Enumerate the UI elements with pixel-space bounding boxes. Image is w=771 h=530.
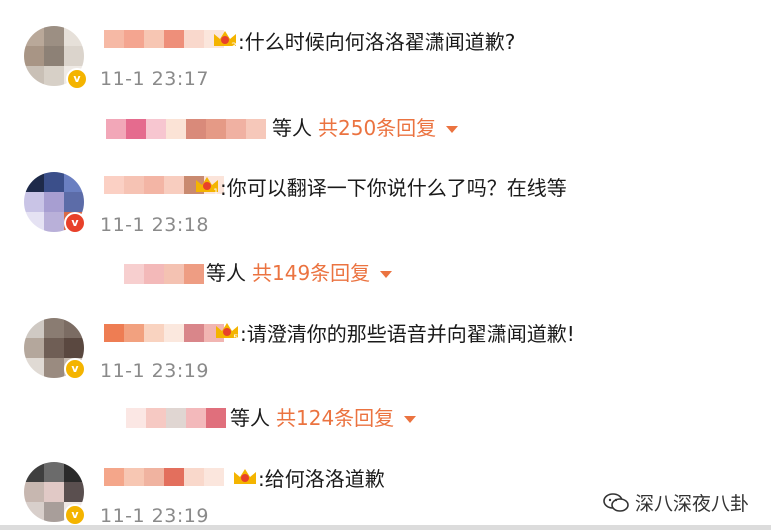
replier-names-blurred <box>106 119 266 139</box>
username-blurred[interactable] <box>104 324 224 342</box>
chevron-down-icon[interactable] <box>446 126 459 133</box>
username-blurred[interactable] <box>104 30 224 48</box>
level-number: 3 <box>231 42 237 50</box>
chevron-down-icon[interactable] <box>404 416 417 423</box>
reply-summary[interactable]: 等人 共250条回复 <box>272 115 459 141</box>
timestamp: 11-1 23:17 <box>100 68 209 90</box>
replier-names-blurred <box>126 408 226 428</box>
verified-icon: v <box>64 504 86 526</box>
reply-count-link[interactable]: 共124条回复 <box>276 406 394 430</box>
timestamp: 11-1 23:19 <box>100 360 209 382</box>
reply-suffix: 等人 <box>272 116 312 140</box>
crown-icon: 1 <box>196 177 219 196</box>
replier-names-blurred <box>124 264 204 284</box>
verified-icon: v <box>64 212 86 234</box>
level-number: 1 <box>213 188 219 196</box>
crown-icon <box>234 469 256 484</box>
bottom-divider <box>0 525 771 530</box>
crown-icon: 3 <box>214 31 237 50</box>
reply-count-link[interactable]: 共250条回复 <box>318 116 436 140</box>
chevron-down-icon[interactable] <box>380 271 393 278</box>
reply-suffix: 等人 <box>230 406 270 430</box>
watermark: 深八深夜八卦 <box>603 489 749 516</box>
username-blurred[interactable] <box>104 468 224 486</box>
comment-text: :请澄清你的那些语音并向翟潇闻道歉! <box>240 322 575 346</box>
verified-icon: v <box>64 358 86 380</box>
crown-icon: 5 <box>216 323 239 342</box>
comment-text: :你可以翻译一下你说什么了吗？在线等 <box>220 176 567 200</box>
timestamp: 11-1 23:18 <box>100 214 209 236</box>
wechat-icon <box>603 492 629 512</box>
verified-icon: v <box>66 68 88 90</box>
reply-suffix: 等人 <box>206 261 246 285</box>
watermark-text: 深八深夜八卦 <box>634 493 749 515</box>
reply-summary[interactable]: 等人 共124条回复 <box>230 405 417 431</box>
reply-summary[interactable]: 等人 共149条回复 <box>206 260 393 286</box>
comment-text: :什么时候向何洛洛翟潇闻道歉? <box>238 30 516 54</box>
reply-count-link[interactable]: 共149条回复 <box>252 261 370 285</box>
timestamp: 11-1 23:19 <box>100 505 209 527</box>
comment-text: :给何洛洛道歉 <box>258 467 385 491</box>
level-number: 5 <box>233 334 239 342</box>
